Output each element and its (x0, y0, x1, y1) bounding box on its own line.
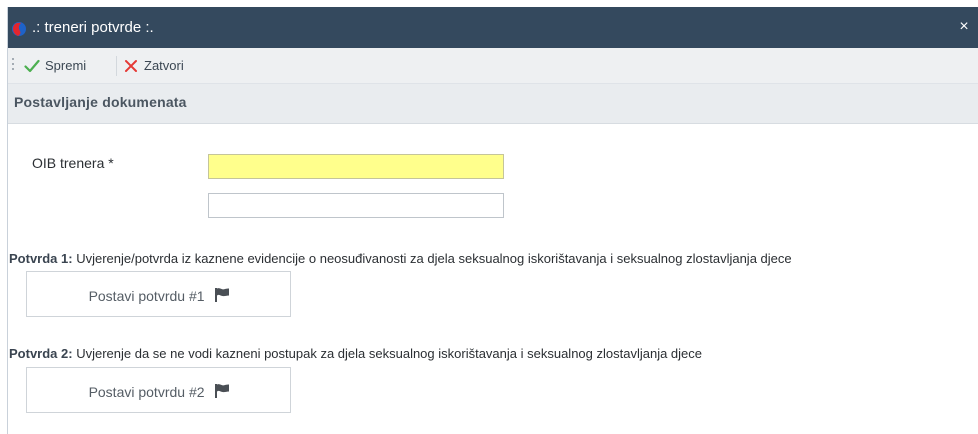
x-icon (125, 60, 137, 72)
document-2-description: Potvrda 2: Uvjerenje da se ne vodi kazne… (9, 346, 702, 361)
document-2-prefix: Potvrda 2: (9, 346, 73, 361)
upload-document-1-button[interactable]: Postavi potvrdu #1 (26, 271, 291, 317)
app-logo-icon (12, 22, 26, 36)
save-button-label: Spremi (45, 58, 87, 73)
dialog-window: .: treneri potvrde :. × Spremi Zatvori P… (7, 7, 978, 434)
document-1-prefix: Potvrda 1: (9, 251, 73, 266)
section-title: Postavljanje dokumenata (14, 94, 187, 110)
document-1-text: Uvjerenje/potvrda iz kaznene evidencije … (72, 251, 792, 266)
upload-document-2-button[interactable]: Postavi potvrdu #2 (26, 367, 291, 413)
toolbar: Spremi Zatvori (8, 48, 978, 84)
close-button-label: Zatvori (144, 58, 184, 73)
document-1-description: Potvrda 1: Uvjerenje/potvrda iz kaznene … (9, 251, 792, 266)
checkmark-icon (24, 59, 40, 73)
document-2-text: Uvjerenje da se ne vodi kazneni postupak… (72, 346, 703, 361)
flag-icon (215, 288, 230, 303)
upload-document-1-label: Postavi potvrdu #1 (88, 288, 205, 305)
oib-label: OIB trenera * (32, 155, 114, 171)
section-header: Postavljanje dokumenata (8, 84, 978, 124)
flag-icon (215, 384, 230, 399)
toolbar-divider (116, 56, 117, 76)
title-bar[interactable]: .: treneri potvrde :. × (8, 7, 978, 48)
upload-document-2-label: Postavi potvrdu #2 (88, 384, 205, 401)
trainer-name-input[interactable] (208, 193, 504, 218)
window-title: .: treneri potvrde :. (32, 19, 154, 36)
close-icon[interactable]: × (955, 17, 973, 37)
toolbar-grip-icon[interactable] (12, 58, 16, 72)
oib-input[interactable] (208, 154, 504, 179)
